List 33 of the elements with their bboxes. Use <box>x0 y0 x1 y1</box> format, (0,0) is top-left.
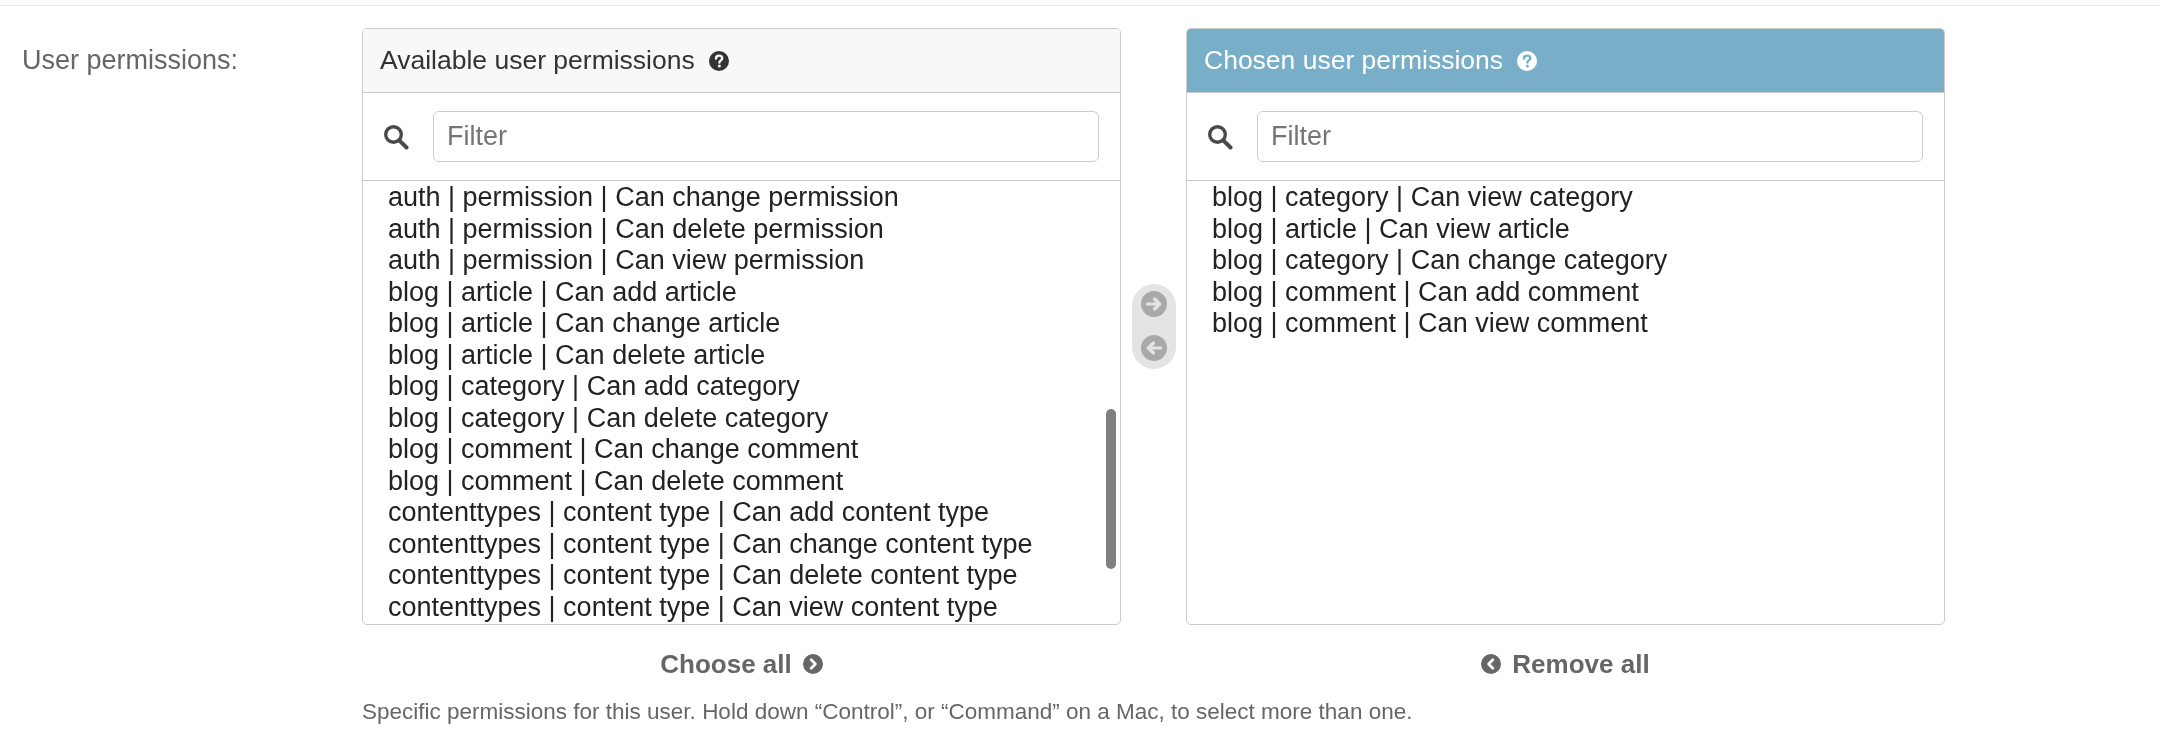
permission-option[interactable]: blog | category | Can delete category <box>363 402 835 434</box>
permission-option[interactable]: contenttypes | content type | Can view content type <box>363 591 1004 623</box>
panel-title: Chosen user permissions <box>1204 45 1503 76</box>
permission-option[interactable]: blog | category | Can change category <box>1187 245 1674 277</box>
permission-option[interactable]: blog | comment | Can change comment <box>363 434 865 466</box>
left-chevron-icon <box>1481 654 1502 674</box>
scrollbar-thumb[interactable] <box>1106 409 1116 569</box>
permission-option[interactable]: blog | category | Can add category <box>363 371 806 403</box>
permission-option[interactable]: auth | permission | Can change permission <box>363 182 905 214</box>
filter-input[interactable]: Filter <box>433 111 1099 162</box>
remove-all-link[interactable]: Remove all <box>1481 649 1650 679</box>
field-label: User permissions: <box>22 44 239 77</box>
permission-option[interactable]: blog | article | Can add article <box>363 276 743 308</box>
permission-option[interactable]: contenttypes | content type | Can change content type <box>363 528 1039 560</box>
panel-title: Available user permissions <box>380 45 695 76</box>
permission-option[interactable]: blog | article | Can view article <box>1187 213 1576 245</box>
choose-all-link[interactable]: Choose all <box>660 649 823 679</box>
permission-option[interactable]: contenttypes | content type | Can delete content type <box>363 560 1024 592</box>
filter-input[interactable]: Filter <box>1257 111 1923 162</box>
permission-option[interactable]: blog | comment | Can view comment <box>1187 308 1654 340</box>
permission-option[interactable]: blog | category | Can view category <box>1187 182 1639 214</box>
permission-option[interactable]: blog | comment | Can delete comment <box>363 465 850 497</box>
permission-option[interactable]: contenttypes | content type | Can add content type <box>363 497 995 529</box>
permission-option[interactable]: blog | article | Can change article <box>363 308 787 340</box>
permission-option[interactable]: auth | permission | Can view permission <box>363 245 871 277</box>
permission-option[interactable]: blog | comment | Can add comment <box>1187 276 1645 308</box>
search-icon <box>1207 123 1233 150</box>
permission-option[interactable]: blog | article | Can delete article <box>363 339 772 371</box>
permission-option[interactable]: auth | permission | Can delete permission <box>363 213 890 245</box>
help-text: Specific permissions for this user. Hold down “Control”, or “Command” on a Mac, to select more than one. <box>362 699 1414 725</box>
right-chevron-icon <box>802 654 823 674</box>
search-icon <box>383 123 409 150</box>
help-icon[interactable] <box>708 50 729 71</box>
